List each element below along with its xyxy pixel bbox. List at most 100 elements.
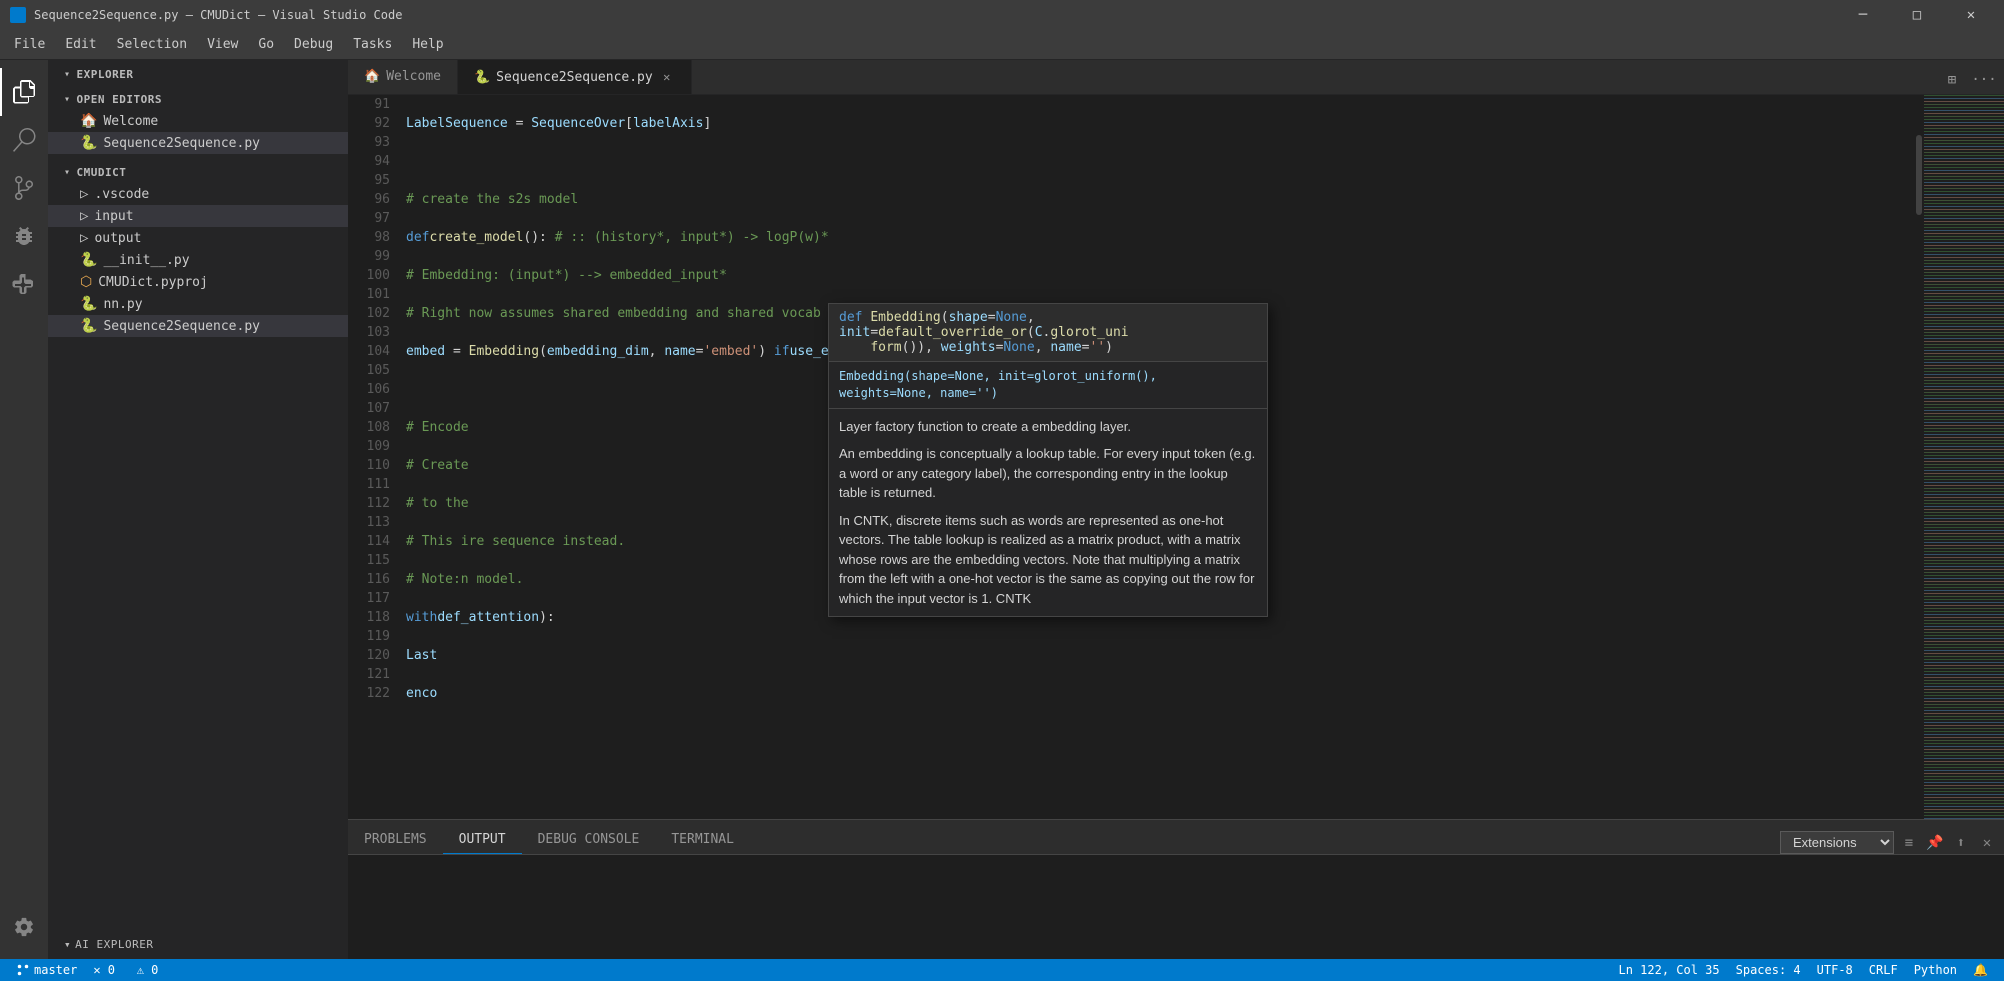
titlebar-controls: ─ □ ✕ bbox=[1840, 0, 1994, 30]
sidebar-nn-name: nn.py bbox=[103, 297, 142, 312]
tooltip-para-2: An embedding is conceptually a lookup ta… bbox=[839, 444, 1257, 503]
sidebar-item-vscode[interactable]: ▷ .vscode bbox=[48, 183, 348, 205]
code-editor: 91 92 93 94 95 96 97 98 99 100 101 102 1… bbox=[348, 95, 2004, 819]
panel-close-button[interactable]: ✕ bbox=[1976, 832, 1998, 854]
sidebar-item-sequence2sequence[interactable]: 🐍 Sequence2Sequence.py bbox=[48, 132, 348, 154]
panel-tab-problems[interactable]: PROBLEMS bbox=[348, 826, 443, 854]
status-bar: master ✕ 0 ⚠ 0 Ln 122, Col 35 Spaces: 4 … bbox=[0, 959, 2004, 981]
code-line-106: enco bbox=[406, 684, 1914, 703]
panel-pin-button[interactable]: 📌 bbox=[1924, 832, 1946, 854]
panel-content bbox=[348, 855, 2004, 959]
tab-close-button[interactable]: ✕ bbox=[659, 69, 675, 85]
code-line-91: LabelSequence = SequenceOver[labelAxis] bbox=[406, 114, 1914, 133]
ai-explorer-label: AI EXPLORER bbox=[75, 938, 153, 951]
python-file-icon: 🐍 bbox=[80, 135, 97, 151]
tab-python-icon: 🐍 bbox=[474, 70, 490, 85]
minimap[interactable] bbox=[1924, 95, 2004, 819]
titlebar: Sequence2Sequence.py — CMUDict — Visual … bbox=[0, 0, 2004, 30]
status-errors[interactable]: ✕ 0 ⚠ 0 bbox=[85, 959, 166, 981]
sidebar-item-welcome[interactable]: 🏠 Welcome bbox=[48, 110, 348, 132]
sidebar-item-output[interactable]: ▷ output bbox=[48, 227, 348, 249]
vertical-scrollbar[interactable] bbox=[1914, 95, 1924, 819]
panel-tab-terminal[interactable]: TERMINAL bbox=[655, 826, 750, 854]
status-line-col[interactable]: Ln 122, Col 35 bbox=[1610, 959, 1727, 981]
sidebar-input-name: input bbox=[94, 209, 133, 224]
search-activity-icon[interactable] bbox=[0, 116, 48, 164]
panel-tab-output[interactable]: OUTPUT bbox=[443, 826, 522, 854]
tab-bar: 🏠 Welcome 🐍 Sequence2Sequence.py ✕ ⊞ ··· bbox=[348, 60, 2004, 95]
maximize-button[interactable]: □ bbox=[1894, 0, 1940, 30]
minimize-button[interactable]: ─ bbox=[1840, 0, 1886, 30]
status-language[interactable]: Python bbox=[1906, 959, 1965, 981]
sidebar-item-init[interactable]: 🐍 __init__.py bbox=[48, 249, 348, 271]
sidebar-item-input[interactable]: ▷ input bbox=[48, 205, 348, 227]
folder-input-icon: ▷ bbox=[80, 208, 88, 224]
source-control-activity-icon[interactable] bbox=[0, 164, 48, 212]
menu-go[interactable]: Go bbox=[248, 33, 284, 56]
code-line-94: def create_model(): # :: (history*, inpu… bbox=[406, 228, 1914, 247]
menu-help[interactable]: Help bbox=[402, 33, 453, 56]
tooltip-para-1: Layer factory function to create a embed… bbox=[839, 417, 1257, 437]
settings-activity-icon[interactable] bbox=[0, 903, 48, 951]
tab-welcome-icon: 🏠 bbox=[364, 69, 380, 84]
sidebar-cmudict-name: CMUDict.pyproj bbox=[98, 275, 208, 290]
ai-explorer-header[interactable]: ▾ AI EXPLORER bbox=[48, 930, 348, 959]
editor-area: 🏠 Welcome 🐍 Sequence2Sequence.py ✕ ⊞ ···… bbox=[348, 60, 2004, 959]
menu-view[interactable]: View bbox=[197, 33, 248, 56]
explorer-header[interactable]: ▾ EXPLORER bbox=[48, 60, 348, 85]
menu-debug[interactable]: Debug bbox=[284, 33, 343, 56]
panel-configure-button[interactable]: ≡ bbox=[1898, 832, 1920, 854]
folder-output-icon: ▷ bbox=[80, 230, 88, 246]
menu-tasks[interactable]: Tasks bbox=[343, 33, 402, 56]
code-line-92 bbox=[406, 152, 1914, 171]
status-branch[interactable]: master bbox=[8, 959, 85, 981]
main-layout: ▾ EXPLORER ▾ OPEN EDITORS 🏠 Welcome 🐍 Se… bbox=[0, 60, 2004, 959]
panel-maximize-button[interactable]: ⬆ bbox=[1950, 832, 1972, 854]
activity-bar bbox=[0, 60, 48, 959]
explorer-arrow: ▾ bbox=[64, 69, 71, 80]
menu-edit[interactable]: Edit bbox=[55, 33, 106, 56]
extensions-select[interactable]: Extensions bbox=[1780, 831, 1894, 854]
tooltip-para-3: In CNTK, discrete items such as words ar… bbox=[839, 511, 1257, 609]
open-editors-header[interactable]: ▾ OPEN EDITORS bbox=[48, 85, 348, 110]
tab-actions: ⊞ ··· bbox=[1932, 66, 2004, 94]
panel-tabs: PROBLEMS OUTPUT DEBUG CONSOLE TERMINAL E… bbox=[348, 820, 2004, 855]
tab-welcome[interactable]: 🏠 Welcome bbox=[348, 60, 458, 94]
sidebar-item-nn[interactable]: 🐍 nn.py bbox=[48, 293, 348, 315]
tooltip-header: def Embedding(shape=None, init=default_o… bbox=[829, 304, 1267, 362]
status-notifications[interactable]: 🔔 bbox=[1965, 959, 1996, 981]
status-line-ending[interactable]: CRLF bbox=[1861, 959, 1906, 981]
panel-actions: Extensions ≡ 📌 ⬆ ✕ bbox=[1774, 831, 2004, 854]
code-line-95: # Embedding: (input*) --> embedded_input… bbox=[406, 266, 1914, 285]
folder-vscode-icon: ▷ bbox=[80, 186, 88, 202]
extensions-activity-icon[interactable] bbox=[0, 260, 48, 308]
panel-tab-debug-console[interactable]: DEBUG CONSOLE bbox=[522, 826, 656, 854]
tooltip-popup: def Embedding(shape=None, init=default_o… bbox=[828, 303, 1268, 617]
sidebar: ▾ EXPLORER ▾ OPEN EDITORS 🏠 Welcome 🐍 Se… bbox=[48, 60, 348, 959]
sidebar-output-name: output bbox=[94, 231, 141, 246]
explorer-activity-icon[interactable] bbox=[0, 68, 48, 116]
tab-sequence2sequence[interactable]: 🐍 Sequence2Sequence.py ✕ bbox=[458, 60, 692, 94]
sidebar-item-seq2seq[interactable]: 🐍 Sequence2Sequence.py bbox=[48, 315, 348, 337]
panel: PROBLEMS OUTPUT DEBUG CONSOLE TERMINAL E… bbox=[348, 819, 2004, 959]
project-header[interactable]: ▾ CMUDICT bbox=[48, 158, 348, 183]
sidebar-sequence2sequence-name: Sequence2Sequence.py bbox=[103, 136, 260, 151]
code-line-109 bbox=[406, 798, 1914, 817]
menu-file[interactable]: File bbox=[4, 33, 55, 56]
split-editor-button[interactable]: ⊞ bbox=[1938, 66, 1966, 94]
debug-activity-icon[interactable] bbox=[0, 212, 48, 260]
more-actions-button[interactable]: ··· bbox=[1970, 66, 1998, 94]
python-init-icon: 🐍 bbox=[80, 252, 97, 268]
tooltip-signature: Embedding(shape=None, init=glorot_unifor… bbox=[829, 362, 1267, 409]
sidebar-item-cmudict-pyproj[interactable]: ⬡ CMUDict.pyproj bbox=[48, 271, 348, 293]
welcome-file-icon: 🏠 bbox=[80, 113, 97, 129]
close-button[interactable]: ✕ bbox=[1948, 0, 1994, 30]
vscode-icon bbox=[10, 7, 26, 23]
status-encoding[interactable]: UTF-8 bbox=[1809, 959, 1861, 981]
code-line-107 bbox=[406, 722, 1914, 741]
titlebar-title: Sequence2Sequence.py — CMUDict — Visual … bbox=[34, 8, 402, 22]
status-spaces[interactable]: Spaces: 4 bbox=[1728, 959, 1809, 981]
menu-selection[interactable]: Selection bbox=[107, 33, 197, 56]
code-line-93: # create the s2s model bbox=[406, 190, 1914, 209]
scrollbar-thumb[interactable] bbox=[1916, 135, 1922, 215]
